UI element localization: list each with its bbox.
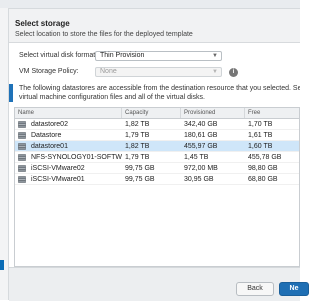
current-step-marker (0, 260, 4, 270)
cell-provisioned: 972,00 MB (184, 165, 218, 172)
column-header-name[interactable]: Name (15, 108, 122, 118)
cell-free: 1,70 TB (248, 121, 273, 128)
table-header: Name Capacity Provisioned Free (15, 108, 299, 119)
notice-accent-bar (9, 84, 13, 102)
table-row[interactable]: datastore02 1,82 TB 342,40 GB 1,70 TB (15, 119, 299, 130)
cell-provisioned: 455,97 GB (184, 143, 218, 150)
datastore-icon (18, 132, 26, 139)
table-row[interactable]: iSCSI-VMware02 99,75 GB 972,00 MB 98,80 GB (15, 163, 299, 174)
page-subtitle: Select location to store the files for t… (15, 31, 193, 38)
table-row[interactable]: iSCSI-VMware01 99,75 GB 30,95 GB 68,80 GB (15, 174, 299, 185)
cell-name: datastore02 (31, 121, 68, 128)
cell-capacity: 1,82 TB (125, 143, 150, 150)
cell-provisioned: 1,45 TB (184, 154, 209, 161)
notice-line-2: virtual machine configuration files and … (19, 94, 205, 101)
column-header-capacity[interactable]: Capacity (122, 108, 181, 118)
vm-storage-policy-value: None (100, 68, 117, 75)
datastore-icon (18, 154, 26, 161)
wizard-footer: Back Ne (9, 267, 309, 301)
cell-provisioned: 180,61 GB (184, 132, 218, 139)
disk-format-select[interactable]: Thin Provision ▼ (95, 51, 222, 61)
cell-free: 455,78 GB (248, 154, 282, 161)
wizard-steps-panel (0, 8, 9, 300)
cell-provisioned: 342,40 GB (184, 121, 218, 128)
datastore-icon (18, 176, 26, 183)
table-row[interactable]: datastore01 1,82 TB 455,97 GB 1,60 TB (15, 141, 299, 152)
vm-storage-policy-label: VM Storage Policy: (19, 68, 79, 75)
table-row[interactable]: NFS-SYNOLOGY01-SOFTW... 1,79 TB 1,45 TB 455… (15, 152, 299, 163)
column-header-provisioned[interactable]: Provisioned (181, 108, 245, 118)
cell-capacity: 1,79 TB (125, 132, 150, 139)
info-icon[interactable]: i (229, 68, 238, 77)
cell-name: NFS-SYNOLOGY01-SOFTW... (31, 154, 122, 161)
cell-capacity: 99,75 GB (125, 176, 155, 183)
main-content: Select virtual disk format: Thin Provisi… (9, 43, 300, 267)
notice-line-1: The following datastores are accessible … (19, 85, 300, 92)
table-row[interactable]: Datastore 1,79 TB 180,61 GB 1,61 TB (15, 130, 299, 141)
chevron-down-icon: ▼ (212, 69, 218, 75)
cell-name: Datastore (31, 132, 62, 139)
cell-free: 68,80 GB (248, 176, 278, 183)
cell-provisioned: 30,95 GB (184, 176, 214, 183)
vm-storage-policy-select[interactable]: None ▼ (95, 67, 222, 77)
cell-free: 98,80 GB (248, 165, 278, 172)
cell-capacity: 1,82 TB (125, 121, 150, 128)
cell-capacity: 1,79 TB (125, 154, 150, 161)
cell-capacity: 99,75 GB (125, 165, 155, 172)
datastore-table: Name Capacity Provisioned Free datastore… (14, 107, 300, 267)
page-header: Select storage Select location to store … (9, 9, 300, 43)
page-title: Select storage (15, 19, 70, 28)
column-header-free[interactable]: Free (245, 108, 299, 118)
notice-text: The following datastores are accessible … (19, 84, 300, 102)
cell-name: iSCSI-VMware01 (31, 176, 85, 183)
datastore-icon (18, 165, 26, 172)
cell-free: 1,61 TB (248, 132, 273, 139)
window-top-bar (0, 0, 300, 9)
datastore-icon (18, 143, 26, 150)
chevron-down-icon: ▼ (212, 53, 218, 59)
disk-format-label: Select virtual disk format: (19, 52, 98, 59)
disk-format-value: Thin Provision (100, 52, 145, 59)
cell-name: iSCSI-VMware02 (31, 165, 85, 172)
back-button[interactable]: Back (236, 282, 274, 296)
next-button[interactable]: Ne (279, 282, 309, 296)
cell-free: 1,60 TB (248, 143, 273, 150)
cell-name: datastore01 (31, 143, 68, 150)
datastore-notice: The following datastores are accessible … (9, 84, 300, 102)
datastore-icon (18, 121, 26, 128)
